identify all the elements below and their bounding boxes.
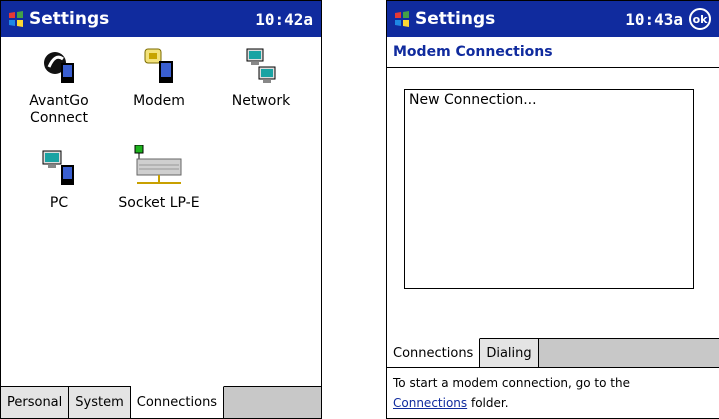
app-label: Socket LP-E — [118, 195, 200, 211]
pc-icon — [42, 150, 74, 185]
app-label: AvantGo Connect — [29, 93, 89, 126]
hint-line-1: To start a modem connection, go to the — [393, 376, 630, 390]
start-menu-icon[interactable] — [7, 10, 25, 28]
app-label: Modem — [133, 93, 185, 109]
app-label: Network — [231, 93, 291, 109]
modem-icon — [144, 48, 173, 83]
app-socket-lp-e[interactable]: Socket LP-E — [113, 145, 205, 212]
title-bar: Settings 10:42a — [1, 1, 321, 37]
modem-connections-screen: Settings 10:43a ok Modem Connections New… — [386, 0, 719, 419]
connections-list[interactable]: New Connection... — [404, 89, 694, 289]
clock[interactable]: 10:43a — [625, 10, 683, 29]
tab-system[interactable]: System — [69, 387, 131, 418]
tab-dialing[interactable]: Dialing — [480, 339, 539, 367]
clock[interactable]: 10:42a — [255, 10, 313, 29]
tab-personal[interactable]: Personal — [1, 387, 70, 418]
app-label: PC — [49, 195, 69, 211]
hint-suffix: folder. — [467, 396, 509, 410]
app-avantgo-connect[interactable]: AvantGo Connect — [13, 47, 105, 127]
modem-tab-bar: Connections Dialing — [387, 338, 719, 368]
settings-connections-screen: Settings 10:42a AvantGo Connect Modem Ne… — [0, 0, 322, 419]
app-modem[interactable]: Modem — [113, 47, 205, 110]
window-title: Settings — [29, 9, 110, 29]
ok-button[interactable]: ok — [689, 8, 711, 30]
help-text: To start a modem connection, go to the C… — [393, 373, 630, 413]
tab-connections[interactable]: Connections — [130, 386, 225, 418]
avantgo-icon — [44, 52, 74, 83]
socket-card-icon — [134, 145, 182, 184]
app-pc[interactable]: PC — [13, 149, 105, 212]
list-item-new-connection[interactable]: New Connection... — [405, 90, 693, 110]
settings-tab-bar: Personal System Connections — [1, 386, 321, 418]
title-bar: Settings 10:43a ok — [387, 1, 719, 37]
page-title: Modem Connections — [387, 37, 719, 68]
connections-folder-link[interactable]: Connections — [393, 396, 467, 410]
tab-connections[interactable]: Connections — [387, 338, 481, 367]
network-icon — [246, 48, 276, 83]
start-menu-icon[interactable] — [393, 10, 411, 28]
app-network[interactable]: Network — [215, 47, 307, 110]
window-title: Settings — [415, 9, 496, 29]
hint-line-2: Connections folder. — [393, 393, 630, 413]
